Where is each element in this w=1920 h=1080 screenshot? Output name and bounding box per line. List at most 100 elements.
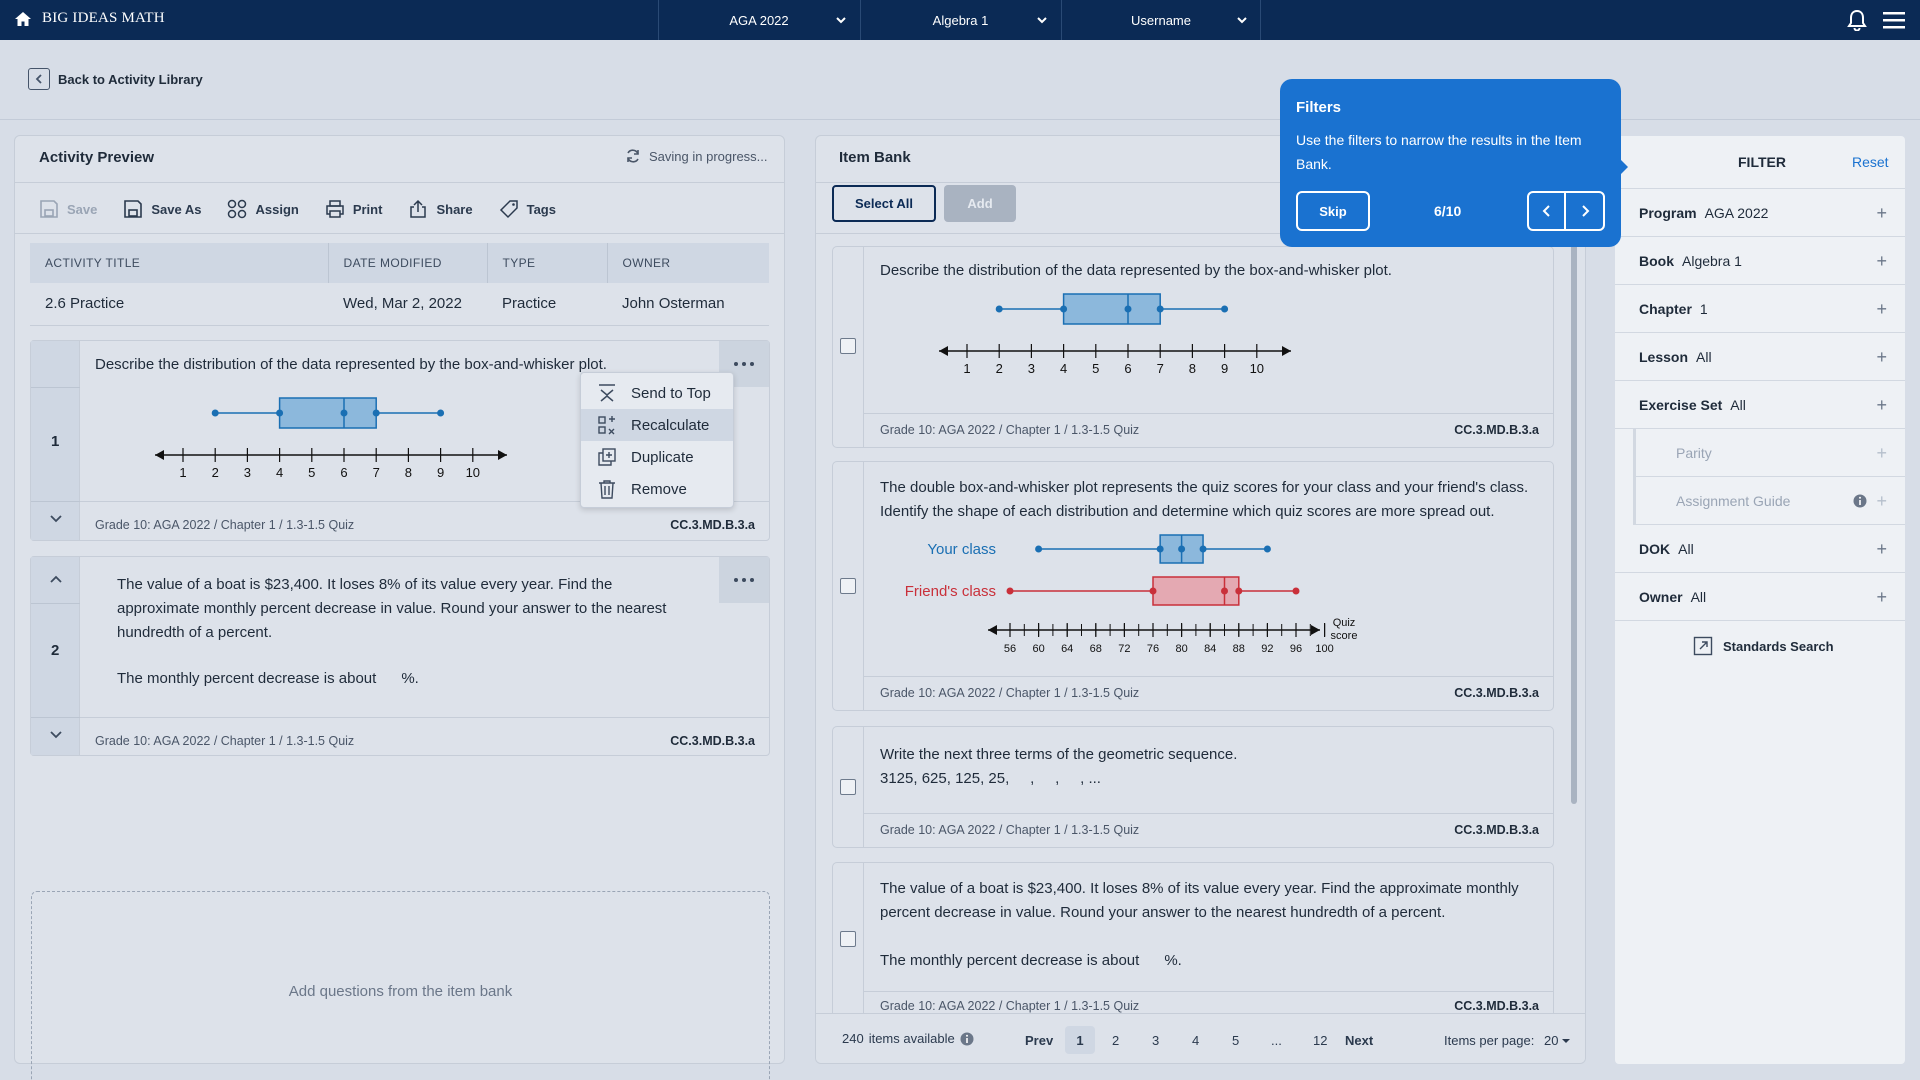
item-card[interactable]: The value of a boat is $23,400. It loses… (832, 862, 1554, 1022)
chevron-down-icon[interactable] (49, 511, 63, 525)
activity-preview-panel: Activity Preview Saving in progress... S… (14, 135, 785, 1080)
page-3[interactable]: 3 (1152, 1033, 1159, 1048)
reset-link[interactable]: Reset (1852, 154, 1889, 170)
save-icon (39, 199, 59, 219)
data-point (276, 409, 284, 417)
item-source: Grade 10: AGA 2022 / Chapter 1 / 1.3-1.5… (880, 999, 1140, 1013)
menu-label: Recalculate (631, 416, 710, 434)
page-1[interactable]: 1 (1065, 1026, 1095, 1054)
filter-assignment-guide[interactable]: Assignment Guide + (1633, 477, 1905, 525)
tick-label: 7 (373, 465, 380, 480)
tags-button[interactable]: Tags (499, 199, 556, 219)
cell-owner: John Osterman (622, 295, 725, 313)
filter-label: Book (1639, 252, 1674, 269)
info-icon[interactable] (1853, 494, 1867, 508)
page-5[interactable]: 5 (1232, 1033, 1239, 1048)
next-page-button[interactable]: Next (1345, 1033, 1373, 1048)
tour-next-button[interactable] (1566, 193, 1603, 229)
back-to-library-link[interactable]: Back to Activity Library (28, 68, 203, 90)
tick-label: 3 (244, 465, 251, 480)
item-card[interactable]: The double box-and-whisker plot represen… (832, 461, 1554, 711)
duplicate-icon (597, 447, 617, 467)
filter-list: Program AGA 2022 + Book Algebra 1 + Chapter 1… (1615, 189, 1905, 621)
filter-exercise-set[interactable]: Exercise Set All + (1615, 381, 1905, 429)
item-standard: CC.3.MD.B.3.a (1454, 823, 1539, 837)
save-as-button[interactable]: Save As (123, 199, 201, 219)
brand[interactable]: BIG IDEAS MATH (14, 10, 165, 27)
bell-icon[interactable] (1846, 9, 1868, 31)
cell-date: Wed, Mar 2, 2022 (343, 295, 462, 313)
prev-page-button[interactable]: Prev (1025, 1033, 1053, 1048)
data-point (1035, 545, 1043, 553)
question-number: 2 (51, 642, 60, 659)
tick-label: 92 (1261, 643, 1273, 655)
tooltip-body: Use the filters to narrow the results in… (1296, 132, 1582, 172)
question-text: The value of a boat is $23,400. It loses… (117, 576, 667, 641)
chevron-left-icon (28, 68, 50, 90)
item-card[interactable]: Describe the distribution of the data re… (832, 246, 1554, 448)
activity-meta-table: ACTIVITY TITLE DATE MODIFIED TYPE OWNER … (30, 243, 769, 326)
send-to-top-item[interactable]: Send to Top (581, 377, 733, 409)
chevron-down-icon[interactable] (49, 727, 63, 741)
skip-button[interactable]: Skip (1296, 191, 1370, 231)
dropzone[interactable]: Add questions from the item bank (31, 891, 770, 1080)
program-dropdown[interactable]: AGA 2022 (658, 0, 859, 40)
user-dropdown[interactable]: Username (1061, 0, 1261, 40)
filter-book[interactable]: Book Algebra 1 + (1615, 237, 1905, 285)
plus-icon: + (1876, 203, 1887, 223)
col-type: TYPE (487, 243, 608, 283)
select-all-button[interactable]: Select All (832, 185, 936, 222)
item-answer-prompt: The monthly percent decrease is about %. (880, 952, 1182, 969)
home-icon (14, 11, 32, 27)
page-4[interactable]: 4 (1192, 1033, 1199, 1048)
share-button[interactable]: Share (408, 199, 473, 219)
axis-label: score (1331, 630, 1358, 642)
filter-value: All (1730, 396, 1746, 413)
item-checkbox[interactable] (840, 931, 856, 947)
save-as-icon (123, 199, 143, 219)
filter-label: Exercise Set (1639, 396, 1723, 413)
standards-search-button[interactable]: Standards Search (1693, 636, 1834, 656)
item-source: Grade 10: AGA 2022 / Chapter 1 / 1.3-1.5… (880, 423, 1140, 437)
item-text: Describe the distribution of the data re… (880, 262, 1392, 279)
count-label: items available (868, 1031, 955, 1046)
scrollbar[interactable] (1571, 236, 1577, 804)
save-button[interactable]: Save (39, 199, 97, 219)
page-2[interactable]: 2 (1112, 1033, 1119, 1048)
filter-chapter[interactable]: Chapter 1 + (1615, 285, 1905, 333)
filter-lesson[interactable]: Lesson All + (1615, 333, 1905, 381)
save-as-label: Save As (151, 201, 202, 217)
item-checkbox[interactable] (840, 338, 856, 354)
filter-program[interactable]: Program AGA 2022 + (1615, 189, 1905, 237)
tick-label: 9 (1221, 361, 1228, 376)
filter-value: AGA 2022 (1704, 204, 1769, 221)
add-button[interactable]: Add (944, 185, 1016, 222)
menu-icon[interactable] (1883, 11, 1905, 29)
top-navbar: BIG IDEAS MATH AGA 2022 Algebra 1 Userna… (0, 0, 1920, 40)
data-point (1263, 545, 1271, 553)
remove-item[interactable]: Remove (581, 473, 733, 505)
filter-parity[interactable]: Parity + (1633, 429, 1905, 477)
per-page-select[interactable]: 20 (1544, 1033, 1571, 1048)
page-12[interactable]: 12 (1313, 1033, 1327, 1048)
recalculate-item[interactable]: Recalculate (581, 409, 733, 441)
data-point (1060, 305, 1068, 313)
plus-icon: + (1876, 443, 1887, 463)
info-icon[interactable] (960, 1032, 974, 1046)
course-dropdown[interactable]: Algebra 1 (860, 0, 1060, 40)
item-checkbox[interactable] (840, 779, 856, 795)
filter-owner[interactable]: Owner All + (1615, 573, 1905, 621)
item-checkbox[interactable] (840, 578, 856, 594)
tour-prev-button[interactable] (1529, 193, 1567, 229)
filter-dok[interactable]: DOK All + (1615, 525, 1905, 573)
question-card[interactable]: 2 The value of a boat is $23,400. It los… (30, 556, 770, 756)
menu-label: Send to Top (631, 384, 711, 402)
item-card[interactable]: Write the next three terms of the geomet… (832, 726, 1554, 848)
more-options-button[interactable] (719, 557, 769, 603)
duplicate-item[interactable]: Duplicate (581, 441, 733, 473)
tick-label: 6 (1124, 361, 1131, 376)
question-source: Grade 10: AGA 2022 / Chapter 1 / 1.3-1.5… (95, 518, 355, 532)
assign-button[interactable]: Assign (227, 199, 299, 219)
chevron-up-icon[interactable] (49, 573, 63, 587)
print-button[interactable]: Print (325, 199, 382, 219)
